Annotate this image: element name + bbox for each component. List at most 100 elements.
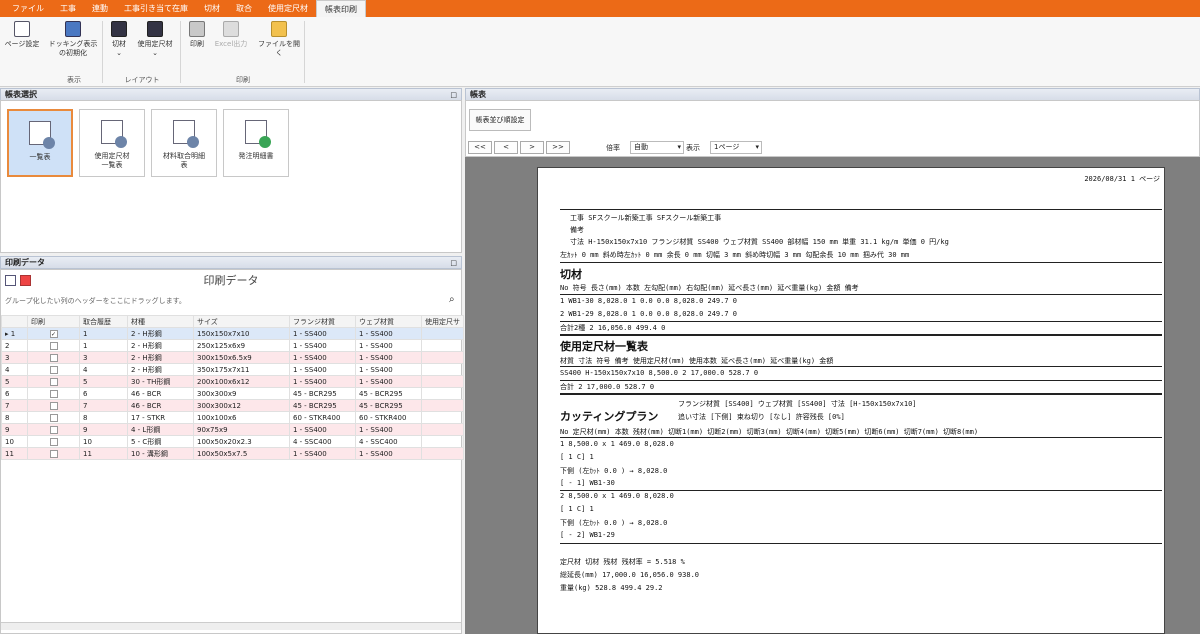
row-number: 7 (1, 399, 28, 412)
menu-item[interactable]: 工事 (52, 0, 84, 17)
table-row[interactable]: 6 6 46 - BCR 300x300x9 45 - BCR295 45 - BCR29… (1, 387, 464, 400)
size-cell: 100x50x5x7.5 (193, 447, 290, 460)
table-row[interactable]: 442 - H形鋼 350x175x7x11 1 - SS400 1 - SS400 (1, 363, 464, 376)
cp-row: 下側 (左ｶｯﾄ 0.0 ) → 8,028.0 (560, 519, 668, 527)
prev-page-button[interactable]: < (494, 141, 518, 154)
column-header[interactable]: 印刷 (27, 315, 80, 328)
menu-item[interactable]: 取合 (228, 0, 260, 17)
row-number: 5 (1, 375, 28, 388)
horizontal-scrollbar[interactable] (1, 622, 461, 630)
print-checkbox[interactable] (49, 401, 58, 410)
size-cell: 100x50x20x2.3 (193, 435, 290, 448)
material-type-cell: 2 - H形鋼 (127, 327, 194, 340)
print-checkbox[interactable] (49, 413, 58, 422)
table-row[interactable]: 332 - H形鋼 300x150x6.5x9 1 - SS400 1 - SS400 (1, 351, 464, 364)
print-checkbox-cell[interactable] (27, 351, 80, 364)
menu-item[interactable]: 工事引き当て在庫 (116, 0, 196, 17)
print-checkbox[interactable] (49, 389, 58, 398)
pin-icon[interactable]: □ (450, 257, 457, 269)
menu-item[interactable]: 帳表印刷 (316, 0, 366, 17)
table-row[interactable]: 8 8 17 - STKR 100x100x6 60 - STKR400 60 - STK… (1, 411, 464, 424)
history-cell: 1 (79, 327, 128, 340)
flange-material-cell: 60 - STKR400 (289, 411, 356, 424)
summary-length: 総延長(mm) 17,000.0 16,056.0 938.0 (560, 571, 700, 579)
first-page-button[interactable]: << (468, 141, 492, 154)
print-checkbox-cell[interactable] (27, 411, 80, 424)
print-checkbox[interactable] (49, 377, 58, 386)
zoom-select[interactable]: 自動 ▾ (630, 141, 684, 154)
print-checkbox[interactable] (49, 341, 58, 350)
table-row[interactable]: 5 5 30 - TH形鋼 200x100x6x12 1 - SS400 1 - SS40… (1, 375, 464, 388)
report-tile[interactable]: 使用定尺材 一覧表 (79, 109, 145, 177)
view-select[interactable]: 1ページ ▾ (710, 141, 762, 154)
cutting-plan-title: カッティングプラン (560, 410, 659, 423)
print-checkbox[interactable]: ✓ (49, 329, 58, 338)
print-checkbox-cell[interactable] (27, 423, 80, 436)
print-checkbox[interactable] (49, 353, 58, 362)
flange-material-cell: 4 - SSC400 (289, 435, 356, 448)
column-header[interactable]: サイズ (193, 315, 290, 328)
group-by-hint[interactable]: グループ化したい列のヘッダーをここにドラッグします。 (5, 296, 186, 306)
chevron-down-icon: ⌄ (116, 49, 122, 57)
print-checkbox-cell[interactable] (27, 399, 80, 412)
tile-label: 一覧表 (101, 161, 123, 169)
open-file-button[interactable]: ファイルを開く (256, 21, 302, 58)
row-number: 10 (1, 435, 28, 448)
last-page-button[interactable]: >> (546, 141, 570, 154)
next-page-button[interactable]: > (520, 141, 544, 154)
table-row[interactable]: 10 10 5 - C形鋼 100x50x20x2.3 4 - SSC400 4 - SS… (1, 435, 464, 448)
order-settings-button[interactable]: 帳表並び順設定 (469, 109, 531, 131)
cut-row: 1 WB1-30 8,028.0 1 0.0 0.0 8,028.0 249.7… (560, 297, 738, 305)
table-row[interactable]: 11 11 10 - 溝形鋼 100x50x5x7.5 1 - SS400 1 - SS4… (1, 447, 464, 460)
table-row[interactable]: 994 - L形鋼 90x75x9 1 - SS400 1 - SS400 (1, 423, 464, 436)
table-row[interactable]: 7 7 46 - BCR 300x300x12 45 - BCR295 45 - BCR2… (1, 399, 464, 412)
print-checkbox-cell[interactable] (27, 375, 80, 388)
docking-reset-button[interactable]: ドッキング表示 の初期化 (48, 21, 98, 58)
print-checkbox-cell[interactable]: ✓ (27, 327, 80, 340)
group-divider (180, 21, 181, 83)
print-button[interactable]: 印刷 (184, 21, 210, 49)
menu-item[interactable]: 連動 (84, 0, 116, 17)
report-tile[interactable]: 発注明細書 (223, 109, 289, 177)
print-checkbox-cell[interactable] (27, 363, 80, 376)
print-checkbox-cell[interactable] (27, 435, 80, 448)
std-length-cell (421, 399, 464, 412)
used-std-layout-button[interactable]: 使用定尺材 ⌄ (134, 21, 176, 58)
excel-export-button[interactable]: Excel出力 (212, 21, 250, 49)
std-length-cell (421, 447, 464, 460)
menu-item[interactable]: 使用定尺材 (260, 0, 316, 17)
page-setup-button[interactable]: ページ設定 (4, 21, 40, 49)
table-row[interactable]: ▸ 1 ✓ 1 2 - H形鋼 150x150x7x10 1 - SS400 1 - SS4… (1, 327, 464, 340)
menu-item[interactable]: 切材 (196, 0, 228, 17)
std-table-header: 材質 寸法 符号 備考 使用定尺材(mm) 使用本数 延べ長さ(mm) 延べ重量… (560, 357, 834, 365)
column-header[interactable]: ウェブ材質 (355, 315, 422, 328)
search-icon[interactable]: ⌕ (449, 294, 455, 305)
print-checkbox-cell[interactable] (27, 387, 80, 400)
column-header[interactable]: 使用定尺サ (421, 315, 464, 328)
size-cell: 90x75x9 (193, 423, 290, 436)
cp-row: [ - 1] WB1-30 (560, 479, 615, 487)
print-checkbox[interactable] (49, 449, 58, 458)
report-tile[interactable]: 材料取合明細表 (151, 109, 217, 177)
summary-header: 定尺材 切材 残材 残材率 = 5.518 % (560, 558, 685, 566)
cp-info-2: 追い寸法 [下側] 束ね切り [なし] 許容残長 [0%] (678, 413, 845, 421)
print-preview: 2026/08/31 1 ページ 工事 SFスクール新築工事 SFスクール新築工… (465, 157, 1200, 634)
column-header[interactable]: フランジ材質 (289, 315, 356, 328)
history-cell: 7 (79, 399, 128, 412)
column-header[interactable]: 取合履歴 (79, 315, 128, 328)
report-tile[interactable]: 一覧表 (7, 109, 73, 177)
print-checkbox[interactable] (49, 437, 58, 446)
print-checkbox[interactable] (49, 365, 58, 374)
print-checkbox-cell[interactable] (27, 447, 80, 460)
chevron-down-icon: ▾ (755, 143, 759, 151)
column-header[interactable]: 材種 (127, 315, 194, 328)
group-display-label: 表示 (67, 76, 81, 84)
std-length-cell (421, 411, 464, 424)
table-row[interactable]: 212 - H形鋼 250x125x6x9 1 - SS400 1 - SS400 (1, 339, 464, 352)
cut-layout-button[interactable]: 切材 ⌄ (106, 21, 132, 58)
print-checkbox-cell[interactable] (27, 339, 80, 352)
history-cell: 11 (79, 447, 128, 460)
excel-icon (223, 21, 239, 37)
print-checkbox[interactable] (49, 425, 58, 434)
menu-item[interactable]: ファイル (4, 0, 52, 17)
